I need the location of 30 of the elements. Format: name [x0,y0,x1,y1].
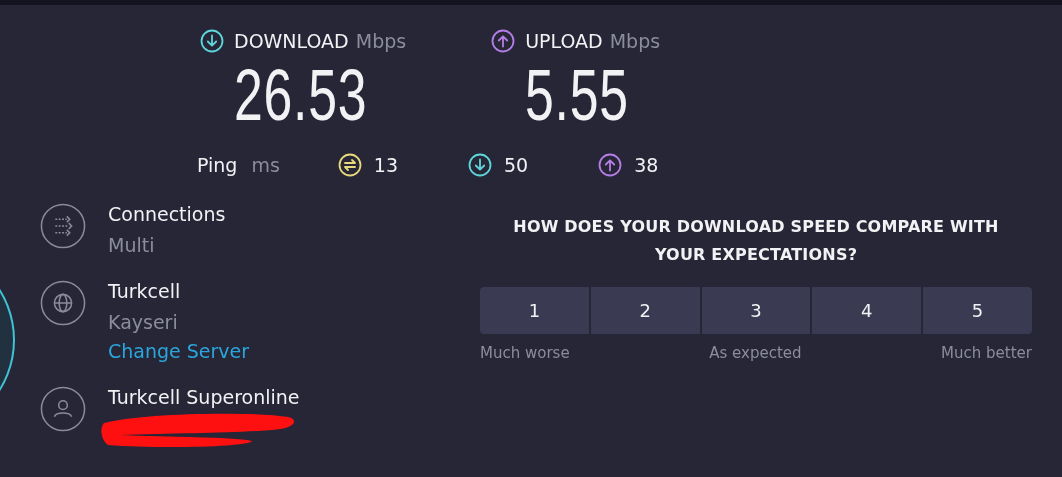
rating-option[interactable]: 1 [480,287,589,334]
download-speed: 26.53 [234,57,368,133]
ping-label: Ping [197,154,238,176]
download-unit: Mbps [355,30,407,52]
detail-subtitle: Multi [108,234,156,256]
rating-option[interactable]: 5 [923,287,1032,334]
rating-option[interactable]: 4 [812,287,922,334]
ping-value: 38 [634,154,659,176]
connections-icon [40,203,86,249]
scale-label: Much worse [480,344,570,362]
download-label: DOWNLOAD [234,30,349,52]
detail-subtitle: Kayseri [108,311,179,333]
upload-unit: Mbps [609,30,661,52]
ping-icon [337,153,362,177]
detail-title: Connections [108,203,226,225]
upload-label: UPLOAD [525,30,603,52]
ping-value: 13 [373,154,399,176]
rating-option[interactable]: 2 [590,287,700,334]
ping-unit: ms [251,154,280,176]
upload-speed: 5.55 [525,57,629,133]
user-icon [40,386,86,432]
detail-title: Turkcell [108,280,182,302]
change-server-link[interactable]: Change Server [108,340,250,362]
ping-value: 50 [504,154,529,176]
detail-title: Turkcell Superonline [108,386,300,408]
rating-option[interactable]: 3 [701,287,811,334]
globe-icon [40,280,86,326]
survey-question: HOW DOES YOUR DOWNLOAD SPEED COMPARE WITH YOUR EXPECTATIONS? [512,216,1000,266]
scale-label: As expected [709,344,802,362]
scale-label: Much better [941,344,1032,362]
